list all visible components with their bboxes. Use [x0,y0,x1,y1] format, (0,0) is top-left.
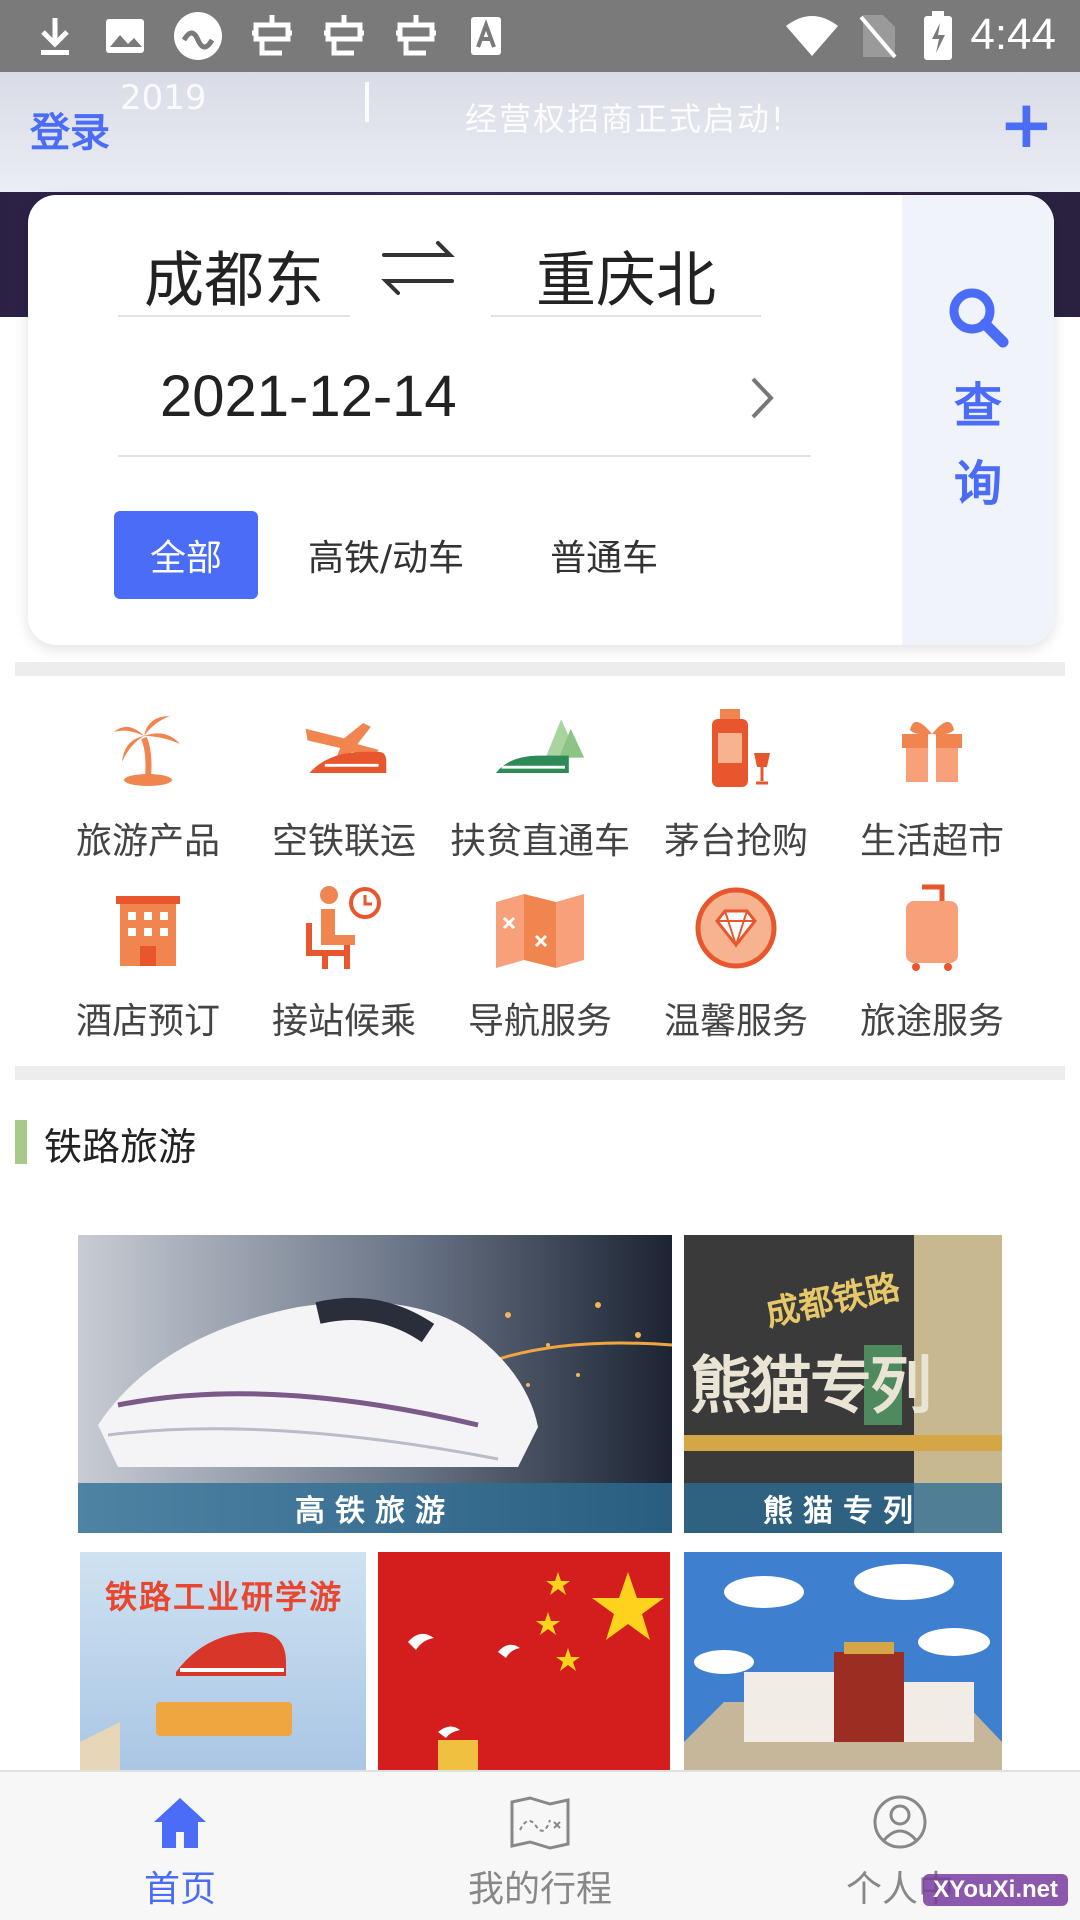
search-button[interactable]: 查询 [902,195,1054,645]
nav-label: 首页 [143,1869,216,1910]
bug-icon [388,12,444,60]
liquor-bottle-icon [688,700,784,796]
home-icon [154,1798,206,1848]
palm-tree-icon [100,700,196,796]
service-poverty-train[interactable]: 扶贫直通车 [442,700,638,880]
potala-palace-image [684,1552,1002,1770]
watermark-logo: XYouXi.net [923,1874,1068,1906]
service-label: 旅游产品 [75,821,220,862]
tile-caption: 熊猫专列 [684,1483,1002,1533]
service-air-rail[interactable]: 空铁联运 [246,700,442,880]
app-screen: 4:44 2019 经营权招商正式启动! 登录 + 成都东 重庆北 2021-1… [0,0,1080,1920]
section-title: 铁路旅游 [44,1125,197,1169]
nav-home[interactable]: 首页 [0,1772,360,1920]
divider [15,662,1065,676]
service-navigation[interactable]: 导航服务 [442,880,638,1060]
date-picker[interactable]: 2021-12-14 [118,345,811,457]
service-journey[interactable]: 旅途服务 [834,880,1030,1060]
service-pickup[interactable]: 接站候乘 [246,880,442,1060]
nav-my-trips[interactable]: 我的行程 [360,1772,720,1920]
swap-stations-icon[interactable] [378,237,458,303]
banner-year-text: 2019 [120,78,207,118]
bug-icon [316,12,372,60]
search-label: 查询 [953,378,1002,512]
filter-all[interactable]: 全部 [114,511,258,599]
bottom-navigation: 首页 我的行程 个人中 [0,1770,1080,1920]
tile-red-tourism[interactable] [378,1552,670,1770]
no-sim-icon [856,12,900,60]
tile-caption: 高铁旅游 [78,1483,672,1533]
service-hotel[interactable]: 酒店预订 [50,880,246,1060]
service-supermarket[interactable]: 生活超市 [834,700,1030,880]
service-care[interactable]: 温馨服务 [638,880,834,1060]
departure-station[interactable]: 成都东 [118,235,350,317]
flag-tile-image [408,1572,664,1770]
divider [15,1066,1065,1080]
tile-high-speed-rail[interactable]: 高铁旅游 [78,1235,672,1533]
ticket-search-card: 成都东 重庆北 2021-12-14 全部 高铁/动车 普通车 查询 [28,195,1054,645]
tile-railway-study[interactable]: 铁路工业研学游 [80,1552,366,1770]
tile-panda-train[interactable]: 成都铁路 熊猫专列 熊猫专列 [684,1235,1002,1533]
service-grid: 旅游产品 空铁联运 扶贫直通车 茅台抢购 生活超市 酒店预订 接站候乘 导航服务… [50,700,1030,1060]
service-travel-products[interactable]: 旅游产品 [50,700,246,880]
user-icon [873,1795,927,1849]
service-maotai[interactable]: 茅台抢购 [638,700,834,880]
plane-train-icon [296,700,392,796]
panda-tile-big-text: 熊猫专列 [690,1349,932,1422]
chevron-right-icon [749,375,775,425]
tile-tibet[interactable] [684,1552,1002,1770]
service-label: 茅台抢购 [663,821,808,862]
download-icon [30,12,80,60]
diamond-icon [688,880,784,976]
font-icon [466,12,506,60]
status-bar: 4:44 [0,0,1080,72]
status-time: 4:44 [970,10,1056,59]
waiting-seat-icon [296,880,392,976]
service-label: 扶贫直通车 [449,821,630,862]
train-mountain-icon [492,700,588,796]
hotel-icon [100,880,196,976]
travel-date: 2021-12-14 [160,364,457,429]
nav-label: 我的行程 [467,1869,612,1910]
gift-box-icon [884,700,980,796]
luggage-icon [884,880,980,976]
route-map-icon [510,1796,570,1850]
train-type-filters: 全部 高铁/动车 普通车 [114,511,744,599]
wifi-icon [784,12,840,60]
service-label: 酒店预订 [75,1001,220,1042]
arrival-station[interactable]: 重庆北 [491,235,761,317]
service-label: 导航服务 [467,1001,612,1042]
banner-divider [365,82,369,122]
image-icon [100,12,150,60]
login-link[interactable]: 登录 [30,100,110,158]
bug-icon [244,12,300,60]
filter-regular[interactable]: 普通车 [550,511,658,599]
filter-high-speed[interactable]: 高铁/动车 [308,511,464,599]
study-tile-illustration [80,1632,292,1770]
app-badge-icon [170,12,226,60]
section-marker [15,1120,27,1164]
search-icon [949,288,1009,348]
service-label: 生活超市 [859,821,1004,862]
service-label: 接站候乘 [271,1001,416,1042]
battery-icon [918,11,958,60]
service-label: 温馨服务 [663,1001,808,1042]
service-label: 旅途服务 [859,1001,1004,1042]
service-label: 空铁联运 [271,821,416,862]
map-icon [492,880,588,976]
banner-headline: 经营权招商正式启动! [465,100,786,138]
add-button[interactable]: + [999,92,1054,158]
